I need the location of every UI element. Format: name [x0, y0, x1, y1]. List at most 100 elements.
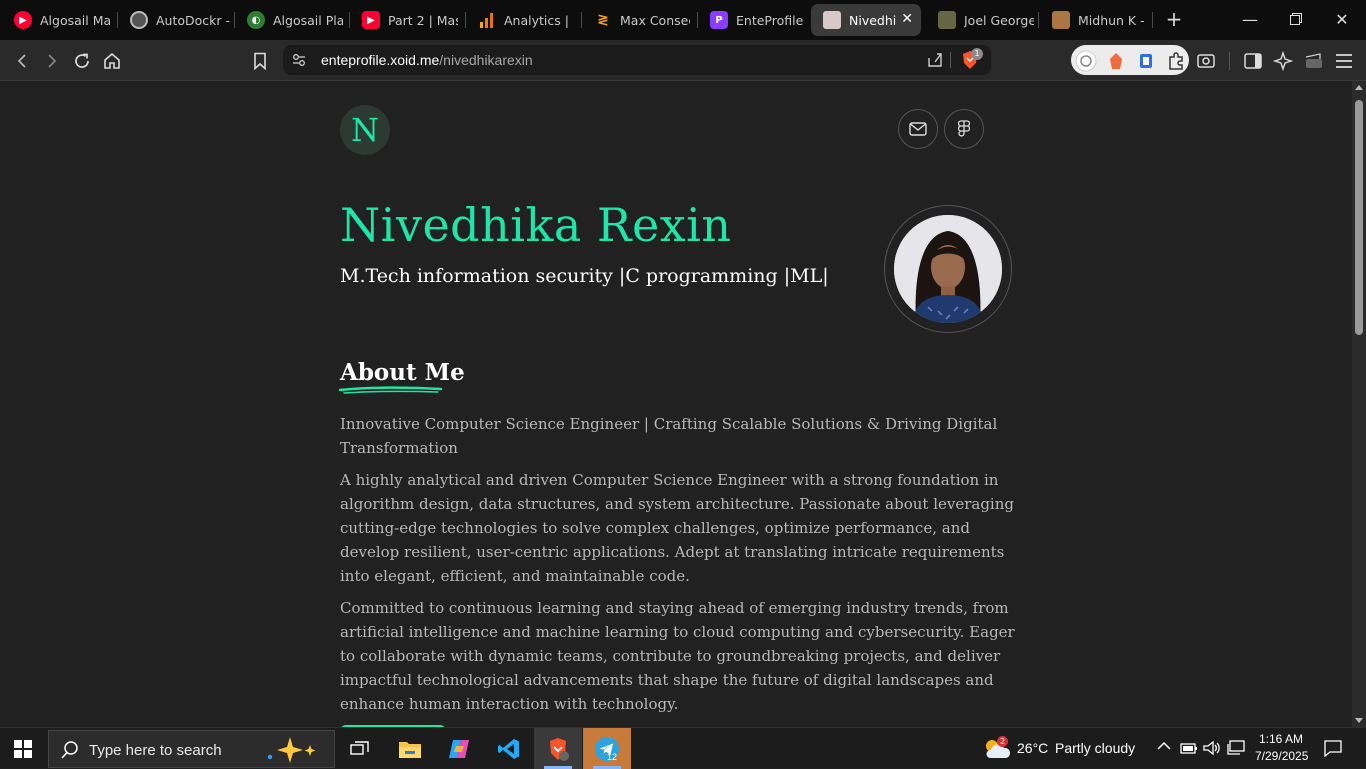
- profile-name: Nivedhika Rexin: [340, 198, 732, 252]
- tab-0[interactable]: ▶ Algosail Mak: [2, 4, 110, 36]
- volume-control[interactable]: [1203, 740, 1221, 760]
- vscode-button[interactable]: [485, 728, 533, 769]
- profile-avatar: [894, 215, 1002, 323]
- folder-icon: [399, 741, 421, 758]
- algosail-icon: ◐: [247, 11, 265, 29]
- tab-title: EnteProfile -: [736, 12, 806, 28]
- weather-description[interactable]: Partly cloudy: [1055, 740, 1135, 756]
- tab-6[interactable]: P EnteProfile -: [698, 4, 806, 36]
- copilot-button[interactable]: [435, 728, 483, 769]
- taskbar-search[interactable]: Type here to search: [48, 730, 335, 768]
- task-view-button[interactable]: [336, 728, 384, 769]
- brave-icon: [550, 737, 569, 761]
- restore-icon: [1290, 13, 1302, 25]
- telegram-unread-badge: 12: [607, 752, 618, 762]
- figma-icon: [958, 120, 970, 137]
- tab-title: Max Consec: [620, 12, 690, 28]
- puzzle-icon: [1169, 52, 1183, 70]
- file-explorer-button[interactable]: [386, 728, 434, 769]
- site-settings-icon[interactable]: [292, 53, 306, 67]
- email-button[interactable]: [898, 109, 938, 149]
- back-button[interactable]: [9, 48, 35, 74]
- tab-7-active[interactable]: Nivedhi ✕: [811, 4, 921, 36]
- tab-separator: [1038, 12, 1039, 28]
- start-button[interactable]: [14, 740, 32, 758]
- brave-browser-button[interactable]: [534, 728, 582, 769]
- tab-4[interactable]: Analytics | H: [466, 4, 574, 36]
- profile-photo-icon: [823, 11, 841, 29]
- shields-count-badge: 1: [971, 48, 983, 60]
- extensions-menu-button[interactable]: [1163, 48, 1189, 74]
- main-menu-button[interactable]: [1331, 48, 1357, 74]
- bookmark-button[interactable]: [247, 48, 273, 74]
- tab-title: Midhun K - S: [1078, 12, 1146, 28]
- address-bar[interactable]: enteprofile.xoid.me/nivedhikarexin 1: [283, 45, 991, 75]
- site-logo[interactable]: N: [340, 105, 390, 155]
- tab-title: Algosail Plac: [273, 12, 343, 28]
- search-highlight-icon: [267, 737, 316, 763]
- battery-icon: [1180, 743, 1197, 754]
- tab-separator: [1152, 12, 1153, 28]
- weather-alert-badge: 2: [997, 736, 1008, 747]
- forward-button[interactable]: [39, 48, 65, 74]
- close-window-button[interactable]: ✕: [1330, 8, 1354, 32]
- autodockr-icon: [130, 11, 148, 29]
- tab-2[interactable]: ◐ Algosail Plac: [235, 4, 343, 36]
- weather-widget-icon-area[interactable]: 2: [982, 734, 1012, 762]
- extension-button-1[interactable]: [1073, 48, 1099, 74]
- task-view-icon: [350, 740, 369, 755]
- tab-title: Joel George: [964, 12, 1034, 28]
- url-divider: [950, 52, 951, 68]
- scroll-down-arrow[interactable]: [1355, 718, 1363, 723]
- vscode-icon: [498, 738, 519, 759]
- extension-button-3[interactable]: [1133, 48, 1159, 74]
- about-paragraph-2: A highly analytical and driven Computer …: [340, 471, 1014, 585]
- telegram-button[interactable]: 12: [583, 728, 631, 769]
- restore-button[interactable]: [1284, 8, 1308, 32]
- fox-extension-icon: [1110, 53, 1122, 69]
- figma-button[interactable]: [944, 109, 984, 149]
- minimize-button[interactable]: —: [1238, 8, 1262, 32]
- share-icon[interactable]: [926, 52, 944, 68]
- windows-logo-icon: [14, 740, 32, 758]
- search-placeholder: Type here to search: [89, 742, 222, 759]
- new-tab-button[interactable]: +: [1163, 8, 1185, 30]
- page-content: N Nivedhika Rexin M.Tech information sec…: [0, 81, 1366, 727]
- scrollbar-thumb[interactable]: [1355, 100, 1363, 335]
- tab-5[interactable]: ≷ Max Consec: [582, 4, 690, 36]
- scroll-up-arrow[interactable]: [1355, 85, 1363, 90]
- chevron-up-icon: [1157, 741, 1171, 750]
- close-tab-icon[interactable]: ✕: [901, 11, 913, 27]
- weather-temperature[interactable]: 26°C: [1017, 740, 1048, 756]
- extension-button-2[interactable]: [1103, 48, 1129, 74]
- sidebar-toggle-button[interactable]: [1240, 48, 1266, 74]
- notification-center-button[interactable]: [1324, 739, 1342, 761]
- notification-icon: [1324, 740, 1342, 758]
- about-paragraph-1: Innovative Computer Science Engineer | C…: [340, 415, 998, 457]
- chevron-left-icon: [17, 54, 26, 68]
- profile-photo: [894, 215, 1002, 323]
- tab-9[interactable]: Midhun K - S: [1040, 4, 1146, 36]
- profile-photo-icon: [1052, 11, 1070, 29]
- compass-extension-icon: [1075, 50, 1097, 72]
- tab-3[interactable]: ▶ Part 2 | Mast: [350, 4, 458, 36]
- clock-date[interactable]: 7/29/2025: [1255, 749, 1308, 763]
- screenshot-icon: [1197, 54, 1215, 68]
- analytics-icon: [478, 11, 496, 29]
- tab-title: Analytics | H: [504, 12, 574, 28]
- tab-8[interactable]: Joel George: [926, 4, 1034, 36]
- ethernet-icon: [1227, 740, 1245, 755]
- screenshot-button[interactable]: [1193, 48, 1219, 74]
- tab-1[interactable]: AutoDockr -: [118, 4, 232, 36]
- brave-shields-button[interactable]: 1: [961, 48, 983, 70]
- leo-ai-button[interactable]: [1270, 48, 1296, 74]
- home-icon: [104, 52, 120, 69]
- wallet-button[interactable]: [1301, 48, 1327, 74]
- tray-overflow-button[interactable]: [1157, 740, 1171, 754]
- reload-button[interactable]: [69, 48, 95, 74]
- battery-status[interactable]: [1180, 740, 1198, 759]
- clock-time[interactable]: 1:16 AM: [1259, 732, 1303, 746]
- url-text[interactable]: enteprofile.xoid.me/nivedhikarexin: [321, 52, 533, 68]
- home-button[interactable]: [99, 48, 125, 74]
- network-status[interactable]: [1227, 740, 1245, 760]
